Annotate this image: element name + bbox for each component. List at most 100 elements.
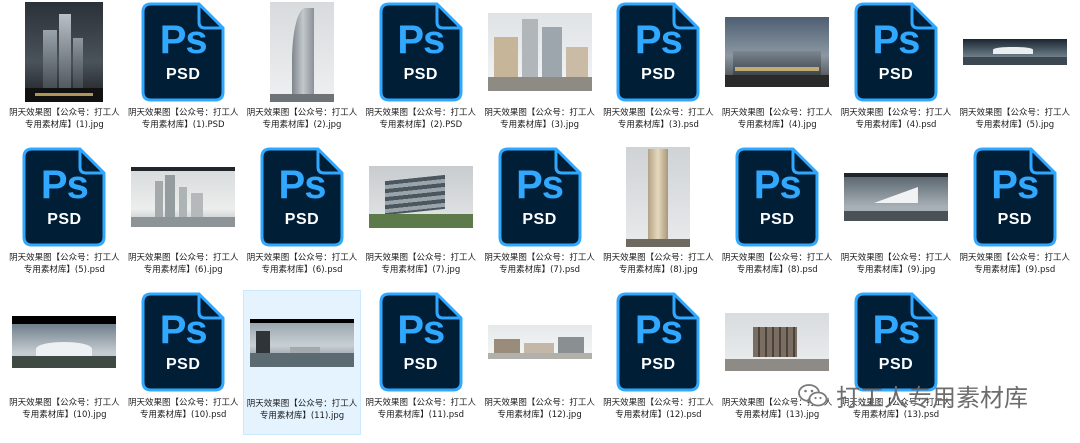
ps-logo-text: Ps <box>872 18 921 62</box>
file-thumbnail: Ps PSD <box>9 147 120 247</box>
file-thumbnail <box>603 147 714 247</box>
file-name-label: 阴天效果图【公众号：打工人专用素材库】(5).psd <box>9 253 120 275</box>
file-item-jpg[interactable]: 阴天效果图【公众号：打工人专用素材库】(2).jpg <box>243 0 362 145</box>
ps-logo-text: Ps <box>397 308 445 352</box>
ps-logo-text: Ps <box>634 308 683 352</box>
file-grid: 阴天效果图【公众号：打工人专用素材库】(1).jpg Ps PSD 阴天效果图【… <box>0 0 1074 435</box>
image-thumbnail <box>131 167 236 227</box>
file-item-psd[interactable]: Ps PSD 阴天效果图【公众号：打工人专用素材库】(7).psd <box>480 145 599 290</box>
psd-label-text: PSD <box>878 66 914 83</box>
file-name-label: 阴天效果图【公众号：打工人专用素材库】(2).jpg <box>246 108 358 130</box>
image-thumbnail <box>249 319 354 367</box>
file-name-label: 阴天效果图【公众号：打工人专用素材库】(10).psd <box>127 398 239 420</box>
photoshop-file-icon: Ps PSD <box>854 2 938 102</box>
file-item-psd[interactable]: Ps PSD 阴天效果图【公众号：打工人专用素材库】(4).psd <box>837 0 956 145</box>
image-thumbnail <box>12 316 117 368</box>
file-item-jpg[interactable]: 阴天效果图【公众号：打工人专用素材库】(6).jpg <box>124 145 243 290</box>
file-name-label: 阴天效果图【公众号：打工人专用素材库】(2).PSD <box>365 108 477 130</box>
file-name-label: 阴天效果图【公众号：打工人专用素材库】(11).psd <box>365 398 477 420</box>
file-item-psd[interactable]: Ps PSD 阴天效果图【公众号：打工人专用素材库】(9).psd <box>955 145 1074 290</box>
file-thumbnail: Ps PSD <box>841 292 952 392</box>
file-item-jpg[interactable]: 阴天效果图【公众号：打工人专用素材库】(11).jpg <box>242 290 362 435</box>
image-thumbnail <box>487 325 592 359</box>
file-thumbnail: Ps PSD <box>603 2 714 102</box>
photoshop-file-icon: Ps PSD <box>498 147 582 247</box>
file-item-psd[interactable]: Ps PSD 阴天效果图【公众号：打工人专用素材库】(5).psd <box>5 145 124 290</box>
image-thumbnail <box>487 13 592 91</box>
file-thumbnail <box>484 292 595 392</box>
file-item-jpg[interactable]: 阴天效果图【公众号：打工人专用素材库】(9).jpg <box>837 145 956 290</box>
file-name-label: 阴天效果图【公众号：打工人专用素材库】(4).jpg <box>721 108 833 130</box>
file-name-label: 阴天效果图【公众号：打工人专用素材库】(12).jpg <box>484 398 595 420</box>
file-thumbnail: Ps PSD <box>365 2 476 102</box>
psd-label-text: PSD <box>403 356 438 373</box>
file-name-label: 阴天效果图【公众号：打工人专用素材库】(7).psd <box>484 253 595 275</box>
image-thumbnail <box>25 2 104 102</box>
psd-label-text: PSD <box>403 66 438 83</box>
file-item-psd[interactable]: Ps PSD 阴天效果图【公众号：打工人专用素材库】(8).psd <box>718 145 837 290</box>
file-item-jpg[interactable]: 阴天效果图【公众号：打工人专用素材库】(13).jpg <box>718 290 837 435</box>
file-item-psd[interactable]: Ps PSD 阴天效果图【公众号：打工人专用素材库】(3).psd <box>599 0 718 145</box>
ps-logo-text: Ps <box>397 18 445 62</box>
file-name-label: 阴天效果图【公众号：打工人专用素材库】(5).jpg <box>959 108 1071 130</box>
file-item-psd[interactable]: Ps PSD 阴天效果图【公众号：打工人专用素材库】(11).psd <box>361 290 480 435</box>
file-item-psd[interactable]: Ps PSD 阴天效果图【公众号：打工人专用素材库】(6).psd <box>243 145 362 290</box>
photoshop-file-icon: Ps PSD <box>854 292 938 392</box>
ps-logo-text: Ps <box>634 18 683 62</box>
file-item-psd[interactable]: Ps PSD 阴天效果图【公众号：打工人专用素材库】(2).PSD <box>361 0 480 145</box>
psd-label-text: PSD <box>284 211 320 228</box>
file-item-jpg[interactable]: 阴天效果图【公众号：打工人专用素材库】(12).jpg <box>480 290 599 435</box>
file-thumbnail <box>959 2 1070 102</box>
file-thumbnail: Ps PSD <box>128 292 239 392</box>
psd-label-text: PSD <box>47 211 82 228</box>
file-name-label: 阴天效果图【公众号：打工人专用素材库】(3).psd <box>603 108 714 130</box>
file-item-psd[interactable]: Ps PSD 阴天效果图【公众号：打工人专用素材库】(12).psd <box>599 290 718 435</box>
ps-logo-text: Ps <box>159 18 208 62</box>
file-name-label: 阴天效果图【公众号：打工人专用素材库】(4).psd <box>840 108 952 130</box>
file-item-jpg[interactable]: 阴天效果图【公众号：打工人专用素材库】(1).jpg <box>5 0 124 145</box>
file-name-label: 阴天效果图【公众号：打工人专用素材库】(1).jpg <box>9 108 120 130</box>
file-item-psd[interactable]: Ps PSD 阴天效果图【公众号：打工人专用素材库】(1).PSD <box>124 0 243 145</box>
file-item-jpg[interactable]: 阴天效果图【公众号：打工人专用素材库】(10).jpg <box>5 290 124 435</box>
file-thumbnail: Ps PSD <box>722 147 833 247</box>
photoshop-file-icon: Ps PSD <box>379 292 463 392</box>
photoshop-file-icon: Ps PSD <box>379 2 463 102</box>
file-item-jpg[interactable]: 阴天效果图【公众号：打工人专用素材库】(5).jpg <box>955 0 1074 145</box>
ps-logo-text: Ps <box>40 163 89 207</box>
ps-logo-text: Ps <box>991 163 1039 207</box>
image-thumbnail <box>269 2 334 102</box>
file-name-label: 阴天效果图【公众号：打工人专用素材库】(9).jpg <box>840 253 952 275</box>
image-thumbnail <box>843 173 948 221</box>
file-item-jpg[interactable]: 阴天效果图【公众号：打工人专用素材库】(4).jpg <box>718 0 837 145</box>
file-thumbnail: Ps PSD <box>959 147 1070 247</box>
file-thumbnail <box>247 2 358 102</box>
photoshop-file-icon: Ps PSD <box>616 2 700 102</box>
photoshop-file-icon: Ps PSD <box>260 147 344 247</box>
file-name-label: 阴天效果图【公众号：打工人专用素材库】(1).PSD <box>127 108 239 130</box>
file-thumbnail <box>9 2 120 102</box>
photoshop-file-icon: Ps PSD <box>973 147 1057 247</box>
file-thumbnail <box>248 293 357 393</box>
file-name-label: 阴天效果图【公众号：打工人专用素材库】(9).psd <box>959 253 1071 275</box>
ps-logo-text: Ps <box>872 308 921 352</box>
psd-label-text: PSD <box>759 211 795 228</box>
image-thumbnail <box>725 313 830 371</box>
file-thumbnail: Ps PSD <box>841 2 952 102</box>
psd-label-text: PSD <box>165 356 201 373</box>
psd-label-text: PSD <box>641 66 676 83</box>
file-item-psd[interactable]: Ps PSD 阴天效果图【公众号：打工人专用素材库】(10).psd <box>124 290 243 435</box>
file-name-label: 阴天效果图【公众号：打工人专用素材库】(12).psd <box>603 398 714 420</box>
file-item-jpg[interactable]: 阴天效果图【公众号：打工人专用素材库】(8).jpg <box>599 145 718 290</box>
file-name-label: 阴天效果图【公众号：打工人专用素材库】(10).jpg <box>9 398 120 420</box>
file-name-label: 阴天效果图【公众号：打工人专用素材库】(11).jpg <box>246 399 358 421</box>
file-item-psd[interactable]: Ps PSD 阴天效果图【公众号：打工人专用素材库】(13).psd <box>837 290 956 435</box>
file-thumbnail <box>722 2 833 102</box>
file-item-jpg[interactable]: 阴天效果图【公众号：打工人专用素材库】(3).jpg <box>480 0 599 145</box>
psd-label-text: PSD <box>641 356 676 373</box>
file-name-label: 阴天效果图【公众号：打工人专用素材库】(7).jpg <box>365 253 477 275</box>
photoshop-file-icon: Ps PSD <box>22 147 106 247</box>
watermark-text: 打工人专用素材库 <box>836 384 1028 412</box>
photoshop-file-icon: Ps PSD <box>141 292 225 392</box>
file-item-jpg[interactable]: 阴天效果图【公众号：打工人专用素材库】(7).jpg <box>361 145 480 290</box>
photoshop-file-icon: Ps PSD <box>616 292 700 392</box>
